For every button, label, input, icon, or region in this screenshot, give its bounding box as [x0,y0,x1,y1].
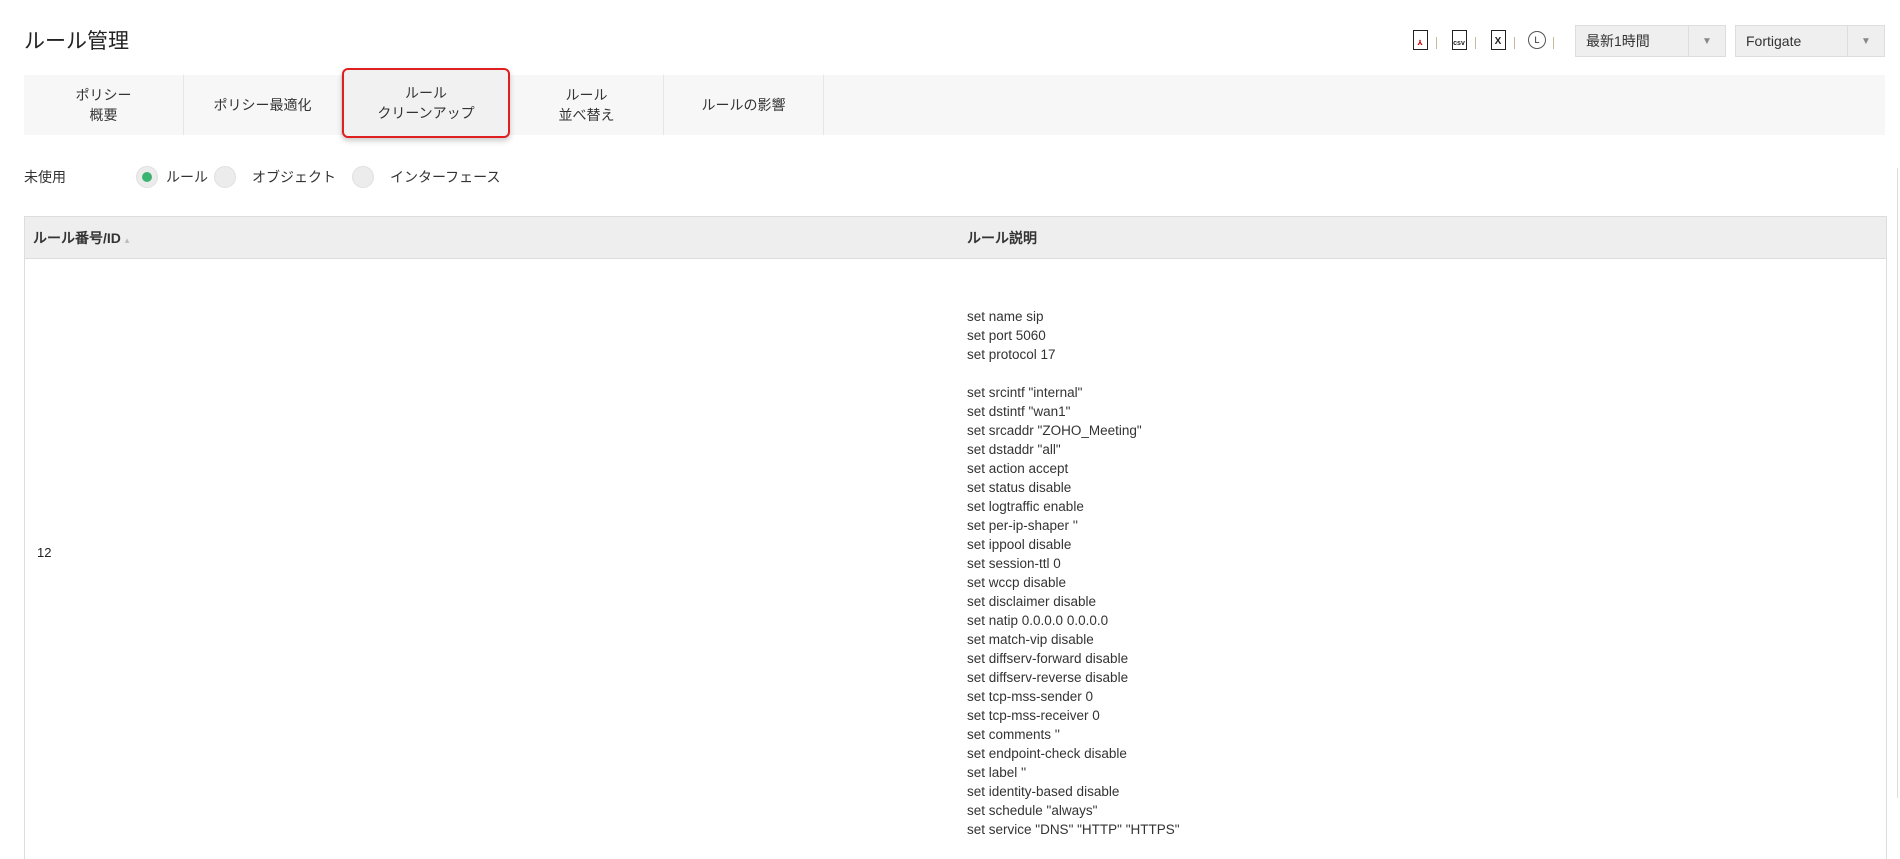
time-range-select[interactable]: 最新1時間 ▼ [1575,25,1726,57]
description-line: set endpoint-check disable [967,746,1127,761]
excel-icon[interactable]: X [1488,28,1508,52]
description-line: set dstaddr "all" [967,442,1061,457]
tab-label: ルール 並べ替え [558,87,615,123]
description-line: set session-ttl 0 [967,556,1061,571]
description-line: set tcp-mss-receiver 0 [967,708,1100,723]
description-line: set diffserv-forward disable [967,651,1129,666]
scrollbar[interactable] [1897,168,1898,798]
export-toolbar: ⅄ csv X L [1410,28,1566,52]
header-label: ルール番号/ID [33,229,121,246]
rules-table: ルール番号/ID ▴ ルール説明 12 set name sip set port… [24,216,1887,859]
description-line: set ippool disable [967,537,1072,552]
description-line [967,364,1180,383]
column-header-description: ルール説明 [967,229,1037,246]
description-line: set name sip [967,309,1044,324]
description-line: set wccp disable [967,575,1067,590]
description-line: set identity-based disable [967,784,1120,799]
description-line: set port 5060 [967,328,1046,343]
tab-bar: ポリシー 概要 ポリシー最適化 ルール クリーンアップ ルール 並べ替え ルール… [24,68,1885,138]
page-title: ルール管理 [24,30,129,53]
description-line: set comments '' [967,727,1060,742]
column-header-rule-id[interactable]: ルール番号/ID ▴ [33,228,129,248]
description-line: set per-ip-shaper '' [967,518,1078,533]
tab-rule-cleanup[interactable]: ルール クリーンアップ [342,68,510,138]
description-line: set srcintf "internal" [967,385,1083,400]
tab-label: ルールの影響 [701,97,786,113]
chevron-down-icon: ▼ [1847,26,1884,56]
description-line: set logtraffic enable [967,499,1084,514]
pdf-icon[interactable]: ⅄ [1410,28,1430,52]
sort-icon[interactable]: ▴ [125,235,130,245]
description-line: set service "DNS" "HTTP" "HTTPS" [967,822,1180,837]
tab-label: ルール クリーンアップ [377,85,475,121]
divider [1436,37,1437,49]
device-value: Fortigate [1746,33,1802,49]
description-line: set diffserv-reverse disable [967,670,1129,685]
description-line: set disclaimer disable [967,594,1097,609]
divider [1475,37,1476,49]
description-line: set status disable [967,480,1072,495]
description-line: set schedule "always" [967,803,1098,818]
description-line: set label '' [967,765,1027,780]
radio-object[interactable] [214,166,236,188]
radio-interface[interactable] [352,166,374,188]
description-line: set action accept [967,461,1069,476]
tab-policy-overview[interactable]: ポリシー 概要 [24,75,184,135]
description-line: set tcp-mss-sender 0 [967,689,1094,704]
csv-icon[interactable]: csv [1449,28,1469,52]
tab-label: ポリシー最適化 [213,97,312,113]
rule-id: 12 [37,545,52,560]
divider [1553,37,1554,49]
filter-label: 未使用 [24,169,66,185]
chevron-down-icon: ▼ [1688,26,1725,56]
description-line: set natip 0.0.0.0 0.0.0.0 [967,613,1109,628]
description-line: set match-vip disable [967,632,1094,647]
tab-label: ポリシー 概要 [75,87,132,123]
radio-object-label: オブジェクト [252,169,336,185]
clock-icon[interactable]: L [1527,28,1547,52]
table-row: 12 set name sip set port 5060 set protocol… [25,259,1886,859]
tab-policy-optimization[interactable]: ポリシー最適化 [184,75,342,135]
radio-interface-label: インターフェース [390,169,501,185]
tab-rule-reorder[interactable]: ルール 並べ替え [510,75,664,135]
rule-description: set name sip set port 5060 set protocol 17… [967,307,1180,839]
radio-rule-label: ルール [166,169,208,185]
radio-rule[interactable] [136,166,158,188]
description-line: set dstintf "wan1" [967,404,1071,419]
divider [1514,37,1515,49]
table-header: ルール番号/ID ▴ ルール説明 [25,217,1886,259]
device-select[interactable]: Fortigate ▼ [1735,25,1885,57]
unused-filter: 未使用 ルール オブジェクト インターフェース [24,166,500,188]
description-line: set srcaddr "ZOHO_Meeting" [967,423,1142,438]
description-line: set protocol 17 [967,347,1056,362]
tab-rule-impact[interactable]: ルールの影響 [664,75,824,135]
time-range-value: 最新1時間 [1586,33,1650,49]
